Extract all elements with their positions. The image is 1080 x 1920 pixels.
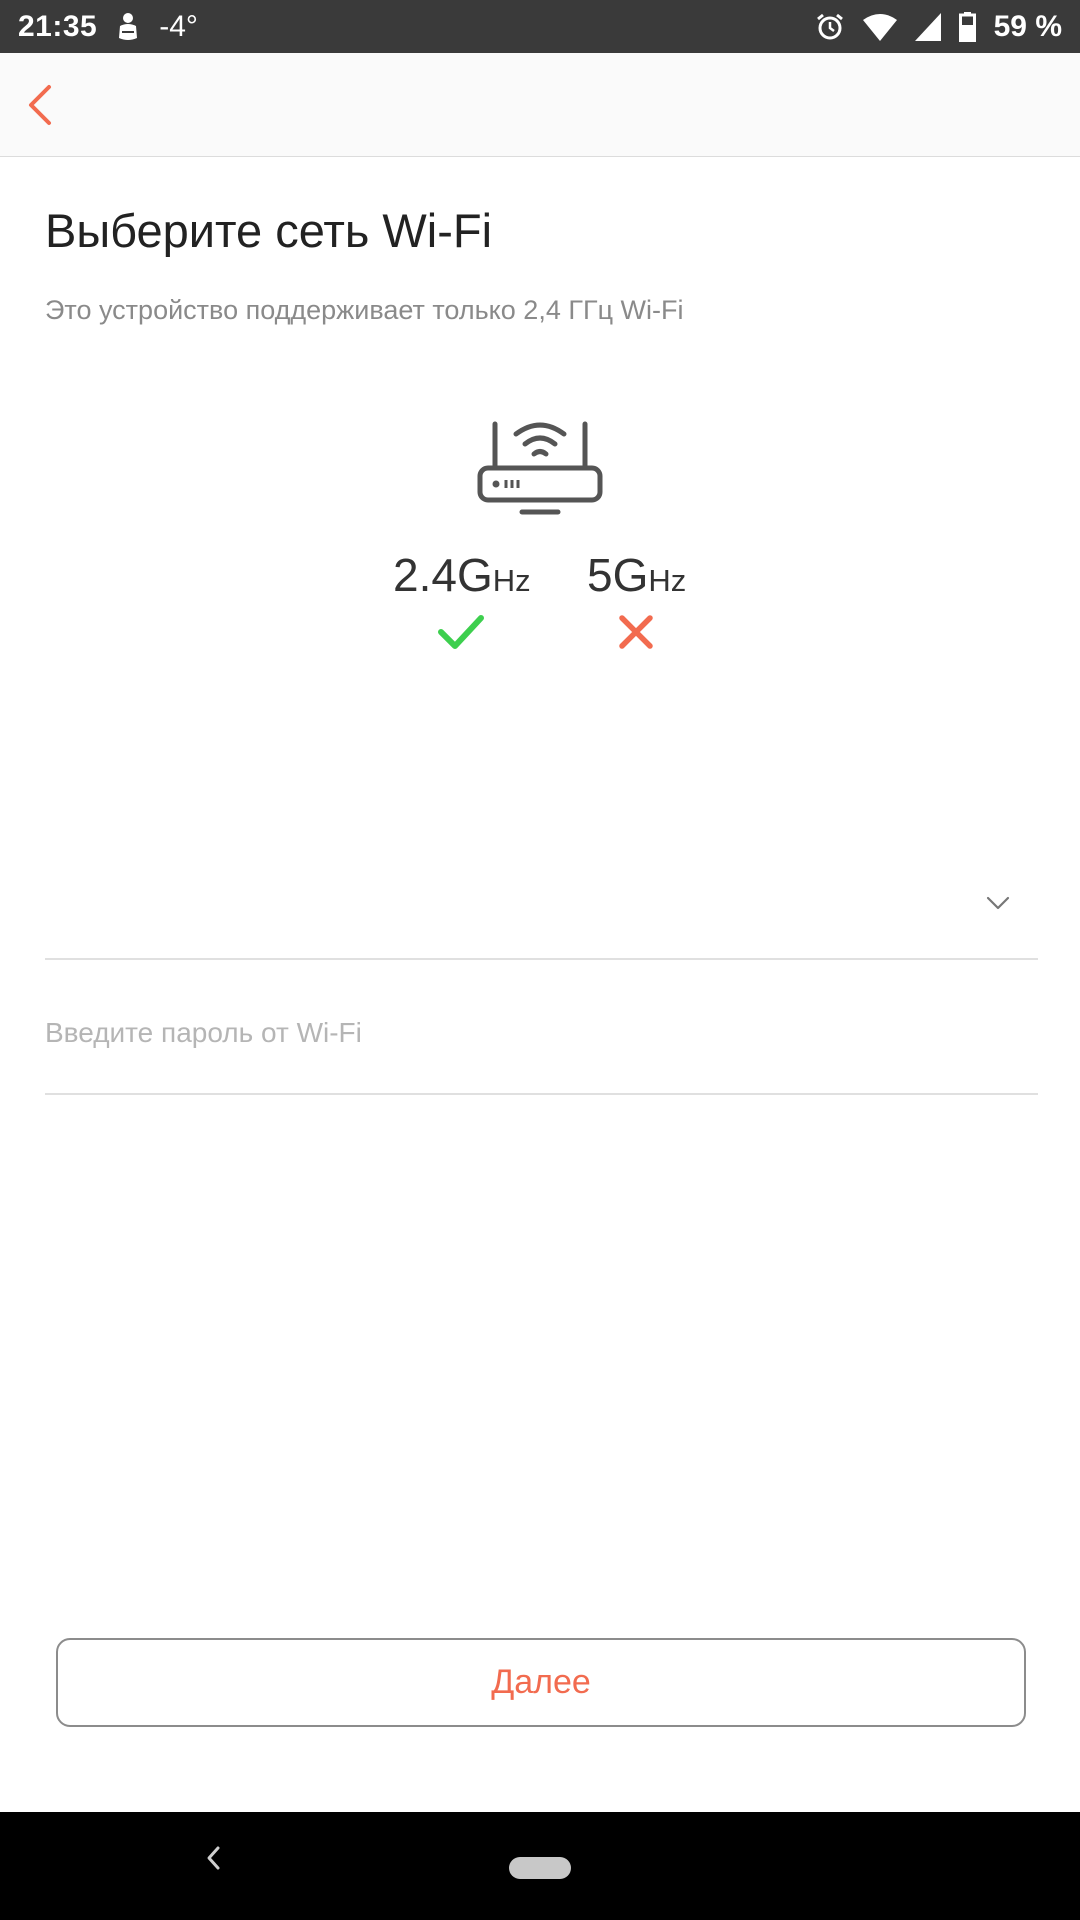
wifi-icon bbox=[862, 13, 897, 41]
band-5ghz-unit: Hz bbox=[648, 563, 687, 598]
next-button[interactable]: Далее bbox=[56, 1638, 1026, 1727]
password-input[interactable] bbox=[45, 1008, 1038, 1058]
back-button[interactable] bbox=[10, 75, 70, 135]
status-bar: 21:35 -4° 59 % bbox=[0, 0, 1080, 53]
close-icon bbox=[616, 612, 656, 657]
home-pill-icon[interactable] bbox=[509, 1857, 571, 1879]
band-2-4ghz-unit: Hz bbox=[492, 563, 531, 598]
chevron-left-icon bbox=[29, 85, 51, 125]
status-time: 21:35 bbox=[18, 9, 98, 43]
nav-back-icon[interactable] bbox=[205, 1845, 221, 1876]
page-subtitle: Это устройство поддерживает только 2,4 Г… bbox=[45, 295, 684, 325]
band-5ghz-number: 5G bbox=[587, 549, 649, 601]
navigation-bar bbox=[0, 1812, 1080, 1920]
status-temperature: -4° bbox=[159, 9, 198, 43]
app-bar bbox=[0, 53, 1080, 157]
status-bar-left: 21:35 -4° bbox=[18, 10, 198, 44]
status-battery-level: 59 % bbox=[993, 9, 1062, 43]
signal-icon bbox=[914, 12, 941, 41]
status-bar-right: 59 % bbox=[815, 10, 1062, 44]
check-icon bbox=[437, 612, 485, 657]
band-5ghz-label: 5G Hz bbox=[587, 548, 686, 602]
chevron-down-icon[interactable] bbox=[986, 896, 1010, 915]
band-2-4ghz-label: 2.4G Hz bbox=[393, 548, 531, 602]
page-title: Выберите сеть Wi-Fi bbox=[45, 204, 493, 257]
band-2-4ghz-number: 2.4G bbox=[393, 549, 493, 601]
weather-icon bbox=[115, 12, 141, 42]
alarm-icon bbox=[815, 12, 845, 42]
network-select[interactable] bbox=[45, 860, 1038, 960]
router-icon bbox=[470, 416, 610, 521]
battery-icon bbox=[958, 11, 976, 42]
password-field bbox=[45, 960, 1038, 1095]
